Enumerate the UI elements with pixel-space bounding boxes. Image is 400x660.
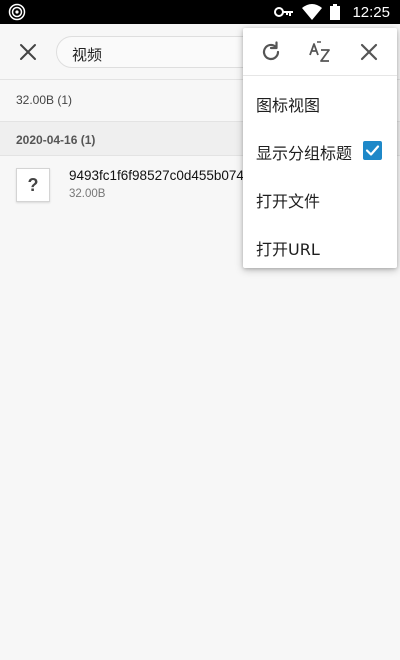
- menu-item-label: 打开文件: [256, 192, 321, 211]
- file-size: 32.00B: [69, 188, 106, 200]
- close-icon[interactable]: [14, 38, 42, 66]
- refresh-icon[interactable]: [259, 40, 283, 64]
- summary-text: 32.00B (1): [16, 93, 73, 107]
- status-bar: 12:25: [0, 0, 400, 24]
- menu-toolbar: [243, 28, 397, 76]
- vpn-key-icon: [274, 7, 294, 17]
- hotspot-icon: [8, 3, 26, 21]
- overflow-menu: 图标视图 显示分组标题 打开文件 打开URL: [243, 28, 397, 268]
- status-time: 12:25: [352, 3, 390, 21]
- menu-item-label: 打开URL: [256, 240, 320, 259]
- menu-item-label: 图标视图: [256, 96, 321, 115]
- search-query: 视频: [72, 47, 103, 64]
- sort-az-icon[interactable]: [308, 40, 332, 64]
- battery-icon: [330, 4, 341, 20]
- group-date: 2020-04-16 (1): [16, 133, 96, 147]
- menu-item-open-file[interactable]: 打开文件: [243, 174, 397, 222]
- wifi-icon: [302, 4, 323, 20]
- close-icon[interactable]: [357, 40, 381, 64]
- menu-item-icon-view[interactable]: 图标视图: [243, 78, 397, 126]
- show-group-titles-checkbox[interactable]: [363, 141, 382, 160]
- menu-item-open-url[interactable]: 打开URL: [243, 222, 397, 270]
- unknown-file-icon: ?: [16, 168, 50, 202]
- menu-item-label: 显示分组标题: [256, 144, 353, 163]
- checkmark-icon: [365, 145, 380, 156]
